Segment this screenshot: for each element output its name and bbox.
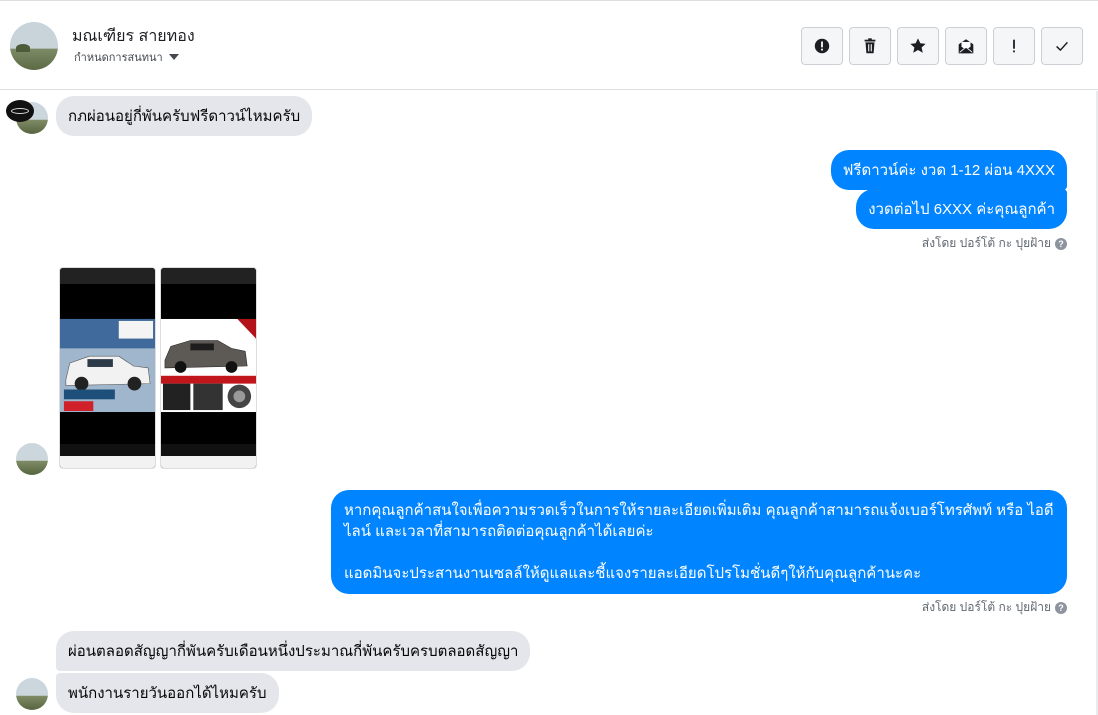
sender-avatar[interactable] xyxy=(16,443,48,475)
image-attachment[interactable] xyxy=(160,267,257,469)
sender-avatar[interactable] xyxy=(16,678,48,710)
exclamation-circle-icon xyxy=(814,38,830,54)
exclamation-icon xyxy=(1013,39,1015,53)
conversation-toolbar xyxy=(801,27,1083,65)
image-attachment[interactable] xyxy=(59,267,156,469)
sent-by-label: ส่งโดย ปอร์โต้ กะ ปุยฝ้าย ? xyxy=(922,234,1067,253)
car-photo xyxy=(161,318,256,413)
report-button[interactable] xyxy=(801,27,843,65)
mark-unread-button[interactable] xyxy=(945,27,987,65)
outgoing-message-paragraph: หากคุณลูกค้าสนใจเพื่อความรวดเร็วในการให้… xyxy=(344,502,1054,540)
outgoing-message-paragraph: แอดมินจะประสานงานเซลล์ให้ดูแลและชี้แจงรา… xyxy=(344,565,922,582)
sent-by-label: ส่งโดย ปอร์โต้ กะ ปุยฝ้าย ? xyxy=(922,598,1067,617)
page-logo-badge xyxy=(6,100,34,122)
sent-by-text: ส่งโดย ปอร์โต้ กะ ปุยฝ้าย xyxy=(921,600,1051,614)
spam-button[interactable] xyxy=(993,27,1035,65)
star-button[interactable] xyxy=(897,27,939,65)
assign-label: กำหนดการสนทนา xyxy=(74,52,163,64)
contact-name[interactable]: มณเฑียร สายทอง xyxy=(72,24,195,49)
incoming-message[interactable]: ผ่อนตลอดสัญญากี่พันครับเดือนหนึ่งประมาณก… xyxy=(56,631,531,671)
help-icon[interactable]: ? xyxy=(1055,237,1067,250)
done-button[interactable] xyxy=(1041,27,1083,65)
car-photo xyxy=(60,318,155,413)
outgoing-message[interactable]: งวดต่อไป 6XXX ค่ะคุณลูกค้า xyxy=(856,189,1067,229)
conversation-header: มณเฑียร สายทอง กำหนดการสนทนา xyxy=(0,0,1098,90)
caret-down-icon xyxy=(168,54,179,60)
star-icon xyxy=(910,38,926,53)
envelope-icon xyxy=(958,39,974,54)
check-icon xyxy=(1056,41,1068,52)
sent-by-text: ส่งโดย ปอร์โต้ กะ ปุยฝ้าย xyxy=(921,236,1051,250)
help-icon[interactable]: ? xyxy=(1055,601,1067,614)
trash-icon xyxy=(864,38,876,54)
incoming-message[interactable]: พนักงานรายวันออกได้ไหมครับ xyxy=(56,673,279,713)
delete-button[interactable] xyxy=(849,27,891,65)
outgoing-message[interactable]: หากคุณลูกค้าสนใจเพื่อความรวดเร็วในการให้… xyxy=(331,490,1067,594)
contact-avatar[interactable] xyxy=(10,22,58,70)
incoming-message[interactable]: กภผ่อนอยู่กี่พันครับฟรีดาวน์ไหมครับ xyxy=(56,96,313,136)
message-thread: กภผ่อนอยู่กี่พันครับฟรีดาวน์ไหมครับ ฟรีด… xyxy=(0,91,1098,715)
outgoing-message[interactable]: ฟรีดาวน์ค่ะ งวด 1-12 ผ่อน 4XXX xyxy=(830,150,1067,190)
assign-conversation-dropdown[interactable]: กำหนดการสนทนา xyxy=(74,48,179,66)
